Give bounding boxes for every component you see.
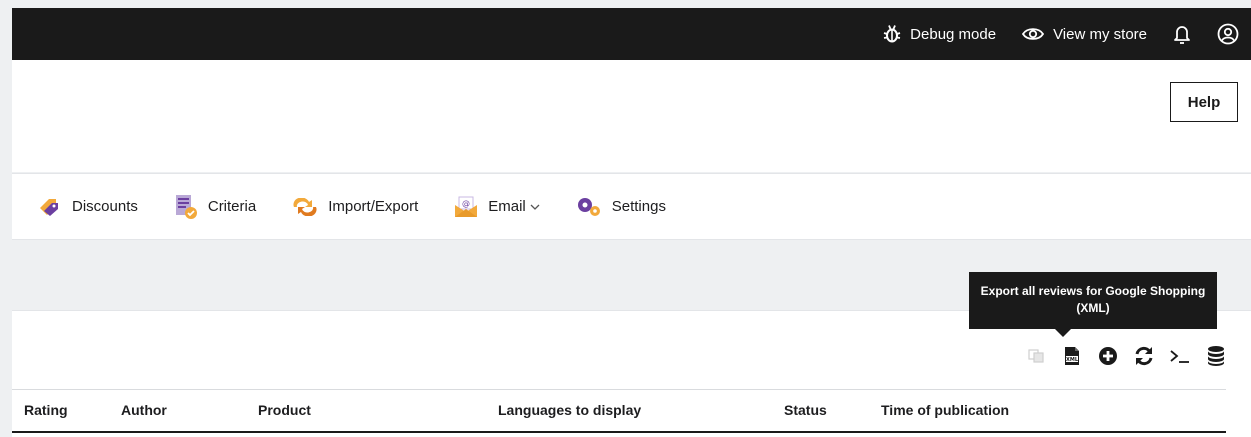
nav-item-settings[interactable]: Settings xyxy=(576,196,666,218)
column-header-time-of-publication[interactable]: Time of publication xyxy=(881,402,1009,418)
add-circle-icon xyxy=(1099,347,1117,365)
nav-label-import-export: Import/Export xyxy=(328,198,419,215)
translate-icon xyxy=(1028,349,1044,363)
settings-gears-icon xyxy=(576,196,602,218)
top-bar: Debug mode View my store xyxy=(12,8,1251,60)
export-xml-tooltip: Export all reviews for Google Shopping (… xyxy=(969,272,1217,337)
email-envelope-icon: @ xyxy=(454,196,478,218)
column-header-product[interactable]: Product xyxy=(258,402,311,418)
criteria-checklist-icon xyxy=(174,194,198,220)
database-icon xyxy=(1208,346,1224,366)
export-sql-button[interactable] xyxy=(1205,345,1227,367)
nav-label-email: Email xyxy=(488,198,526,215)
translate-button[interactable] xyxy=(1025,345,1047,367)
help-button[interactable]: Help xyxy=(1170,82,1238,122)
nav-item-criteria[interactable]: Criteria xyxy=(174,194,256,220)
debug-mode-label: Debug mode xyxy=(910,25,997,43)
nav-label-settings: Settings xyxy=(611,198,666,215)
refresh-button[interactable] xyxy=(1133,345,1155,367)
svg-text:@: @ xyxy=(462,199,470,208)
refresh-icon xyxy=(1135,346,1153,366)
svg-text:XML: XML xyxy=(1066,357,1079,363)
debug-mode-link[interactable]: Debug mode xyxy=(883,24,996,44)
view-my-store-label: View my store xyxy=(1053,25,1147,43)
nav-label-discounts: Discounts xyxy=(72,198,138,215)
nav-item-discounts[interactable]: Discounts xyxy=(38,197,138,217)
column-header-status[interactable]: Status xyxy=(784,402,827,418)
import-export-arrows-icon xyxy=(292,197,318,216)
sql-query-button[interactable] xyxy=(1169,345,1191,367)
xml-export-icon: XML xyxy=(1065,347,1079,365)
nav-item-import-export[interactable]: Import/Export xyxy=(292,197,419,216)
column-header-languages[interactable]: Languages to display xyxy=(498,402,641,418)
nav-item-email[interactable]: @ Email xyxy=(454,196,540,218)
user-icon xyxy=(1217,23,1239,45)
header-area: Help xyxy=(12,60,1251,172)
user-account-button[interactable] xyxy=(1217,23,1239,45)
export-xml-button[interactable]: XML xyxy=(1061,345,1083,367)
discount-tag-icon xyxy=(38,197,62,217)
add-new-button[interactable] xyxy=(1097,345,1119,367)
bell-icon xyxy=(1174,26,1190,44)
terminal-icon xyxy=(1170,350,1189,363)
column-header-rating[interactable]: Rating xyxy=(24,402,68,418)
notifications-button[interactable] xyxy=(1173,24,1191,44)
list-toolbar: XML xyxy=(1011,345,1227,367)
module-nav: Discounts Criteria Import/Export @ Email… xyxy=(12,173,1251,240)
chevron-down-icon xyxy=(530,201,540,213)
eye-icon xyxy=(1022,28,1045,40)
column-header-author[interactable]: Author xyxy=(121,402,167,418)
bug-icon xyxy=(883,25,901,43)
reviews-table-header: Rating Author Product Languages to displ… xyxy=(12,389,1226,433)
view-my-store-link[interactable]: View my store xyxy=(1022,26,1147,43)
nav-label-criteria: Criteria xyxy=(207,198,257,215)
